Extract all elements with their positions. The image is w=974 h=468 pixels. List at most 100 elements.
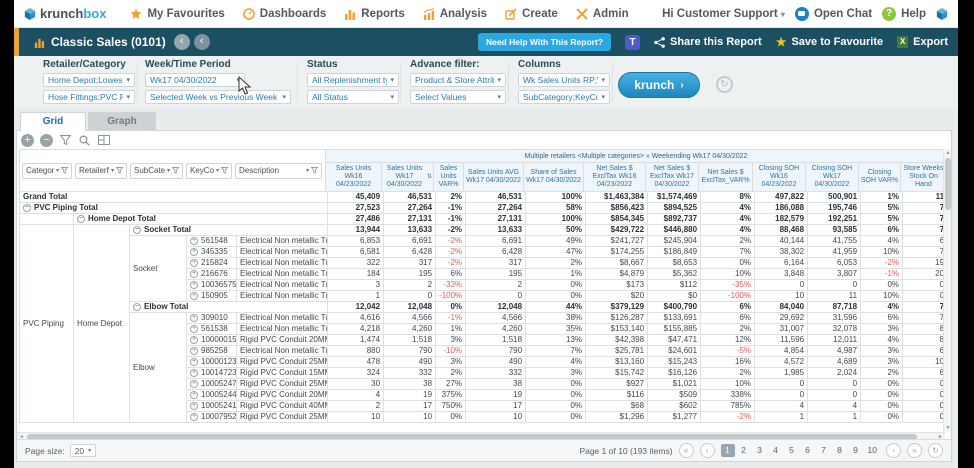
column-filter-description[interactable]: Description▾ (235, 163, 322, 179)
teams-icon[interactable]: T (625, 35, 640, 50)
filter-icon[interactable] (59, 134, 72, 147)
expand-icon[interactable]: + (190, 270, 198, 278)
expand-icon[interactable]: + (190, 314, 198, 322)
nav-item-analysis[interactable]: Analysis (423, 8, 487, 20)
column-header[interactable]: Closing SOH Wk17 04/30/2022 (806, 163, 859, 191)
status-select[interactable]: All Status▾ (307, 90, 399, 104)
nav-item-reports[interactable]: Reports (344, 8, 404, 20)
column-header[interactable]: Sales Units AVG Wk17 04/30/2022 (464, 163, 524, 191)
vertical-scroll-thumb[interactable] (945, 158, 951, 210)
expand-all-icon[interactable]: + (21, 134, 34, 147)
page-button-2[interactable]: 2 (737, 444, 751, 457)
first-page-button[interactable]: « (679, 443, 694, 458)
expand-icon[interactable]: + (190, 358, 198, 366)
user-menu[interactable]: Hi Customer Support ▾ (662, 8, 785, 20)
nav-item-dashboards[interactable]: Dashboards (243, 8, 326, 20)
column-header[interactable]: Closing SOH VAR% (859, 163, 901, 191)
week-select[interactable]: Wk17 04/30/2022▾ (145, 73, 245, 87)
expand-icon[interactable]: + (190, 292, 198, 300)
column-header[interactable]: Sales Units Wk16 04/23/2022 (326, 163, 382, 191)
funnel-icon[interactable] (172, 167, 179, 174)
page-size-select[interactable]: 20▾ (70, 444, 96, 457)
accent-strip (14, 28, 19, 56)
back-button-2[interactable]: ‹ (194, 34, 210, 50)
krunch-button[interactable]: krunch› (618, 72, 700, 98)
tab-graph[interactable]: Graph (88, 112, 156, 131)
krunchbox-logo[interactable]: krunchbox (24, 5, 106, 23)
page-button-4[interactable]: 4 (769, 444, 783, 457)
expand-icon[interactable]: + (190, 369, 198, 377)
expand-icon[interactable]: − (133, 303, 141, 311)
scroll-up-icon[interactable]: ▲ (944, 149, 952, 157)
funnel-icon[interactable] (116, 167, 123, 174)
column-header[interactable]: Share of Sales Wk17 04/30/2022 (524, 163, 584, 191)
expand-icon[interactable]: + (190, 237, 198, 245)
column-filter-keycode[interactable]: KeyCode▾ (186, 163, 232, 179)
tab-grid[interactable]: Grid (20, 112, 86, 131)
page-button-3[interactable]: 3 (753, 444, 767, 457)
open-chat-button[interactable]: Open Chat (795, 7, 872, 21)
page-button-1[interactable]: 1 (721, 444, 735, 457)
expand-icon[interactable]: + (190, 380, 198, 388)
expand-icon[interactable]: + (190, 281, 198, 289)
column-header[interactable]: Net Sales $ ExclTax Wk16 04/23/2022 (584, 163, 646, 191)
values-select[interactable]: Select Values▾ (410, 90, 506, 104)
retailer-select[interactable]: Home Depot;Lowes USA;Me▾ (43, 73, 135, 87)
column-header[interactable]: Closing SOH Wk16 04/23/2022 (753, 163, 806, 191)
refresh-button[interactable]: ↻ (928, 443, 943, 458)
share-report-button[interactable]: Share this Report (654, 36, 762, 48)
nav-item-admin[interactable]: Admin (576, 8, 629, 20)
column-header[interactable]: Net Sales $ ExclTax_VAR% (699, 163, 753, 191)
page-button-10[interactable]: 10 (865, 444, 880, 457)
prev-page-button[interactable]: ‹ (700, 443, 715, 458)
attributes-select[interactable]: Product & Store Attributes▾ (410, 73, 506, 87)
expand-icon[interactable]: + (190, 413, 198, 421)
expand-icon[interactable]: − (23, 204, 31, 212)
expand-icon[interactable]: + (190, 391, 198, 399)
save-favourite-button[interactable]: ★ Save to Favourite (776, 35, 883, 49)
page-button-5[interactable]: 5 (785, 444, 799, 457)
scroll-down-icon[interactable]: ▼ (944, 424, 952, 432)
help-button[interactable]: ?Help (882, 7, 926, 21)
collapse-all-icon[interactable]: − (40, 134, 53, 147)
funnel-icon[interactable] (311, 167, 318, 174)
nav-item-my-favourites[interactable]: My Favourites (130, 8, 224, 20)
page-button-6[interactable]: 6 (801, 444, 815, 457)
column-filter-retailername[interactable]: RetailerName▾ (75, 163, 127, 179)
rows-select[interactable]: SubCategory;KeyCode;Desc▾ (518, 90, 610, 104)
search-icon[interactable] (78, 134, 91, 147)
reset-button[interactable]: ↻ (716, 76, 733, 93)
page-button-9[interactable]: 9 (849, 444, 863, 457)
expand-icon[interactable]: + (190, 325, 198, 333)
cube-icon[interactable] (936, 8, 948, 20)
column-header[interactable]: Sales Units Wk17 04/30/2022⇅ (382, 163, 434, 191)
expand-icon[interactable]: + (190, 248, 198, 256)
columns-select[interactable]: Wk Sales Units RP;Wk Sales▾ (518, 73, 610, 87)
column-filter-subcategory[interactable]: SubCategory▾ (130, 163, 183, 179)
nav-item-create[interactable]: Create (505, 8, 558, 20)
expand-icon[interactable]: + (190, 347, 198, 355)
page-button-7[interactable]: 7 (817, 444, 831, 457)
funnel-icon[interactable] (221, 167, 228, 174)
page-button-8[interactable]: 8 (833, 444, 847, 457)
need-help-button[interactable]: Need Help With This Report? (478, 33, 611, 51)
vertical-scrollbar[interactable]: ▲ ▼ (943, 149, 951, 432)
column-filter-category[interactable]: Category▾ (22, 163, 72, 179)
funnel-icon[interactable] (61, 167, 68, 174)
column-header[interactable]: Sales Units VAR% (434, 163, 464, 191)
comparison-select[interactable]: Selected Week vs Previous Week▾ (145, 90, 291, 104)
last-page-button[interactable]: » (907, 443, 922, 458)
columns-layout-icon[interactable] (97, 134, 110, 147)
next-page-button[interactable]: › (886, 443, 901, 458)
column-header[interactable]: Net Sales $ ExclTax Wk17 04/30/2022 (646, 163, 699, 191)
back-button[interactable]: ‹ (174, 34, 190, 50)
column-header[interactable]: Store Weeks Stock On Hand (901, 163, 946, 191)
expand-icon[interactable]: − (77, 215, 85, 223)
category-select[interactable]: Hose Fittings;PVC Piping;Sc▾ (43, 90, 135, 104)
expand-icon[interactable]: + (190, 336, 198, 344)
expand-icon[interactable]: + (190, 402, 198, 410)
replenishment-select[interactable]: All Replenishment types▾ (307, 73, 399, 87)
expand-icon[interactable]: + (190, 259, 198, 267)
expand-icon[interactable]: − (133, 226, 141, 234)
export-button[interactable]: Export (897, 36, 948, 48)
